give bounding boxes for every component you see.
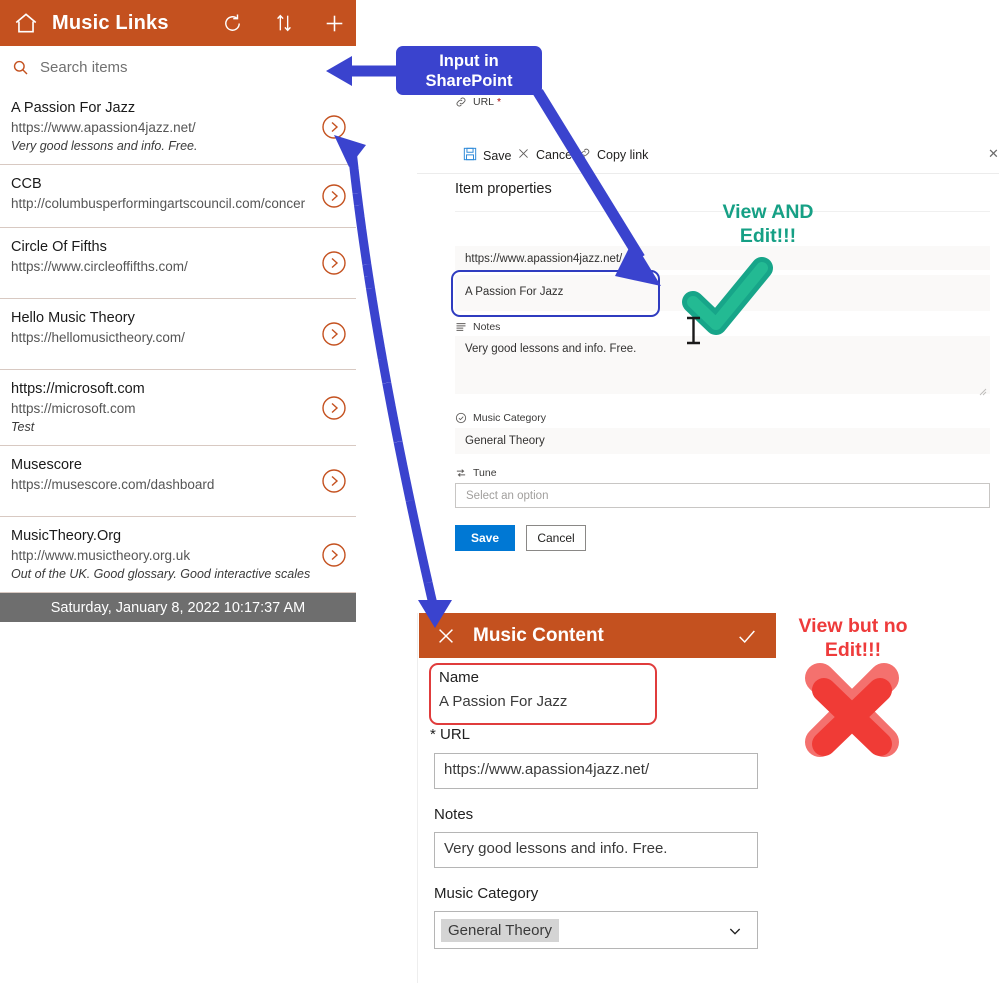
sp-notes-label: Notes [455,321,500,333]
mc-notes-input[interactable]: Very good lessons and info. Free. [434,832,758,868]
list-item[interactable]: CCB http://columbusperformingartscouncil… [0,165,356,228]
close-icon [517,147,530,163]
list-item-note: Out of the UK. Good glossary. Good inter… [11,567,310,581]
list-item[interactable]: Musescore https://musescore.com/dashboar… [0,446,356,517]
choice-icon [455,412,467,424]
list-item-url: http://columbusperformingartscouncil.com… [11,196,306,211]
chevron-right-icon[interactable] [321,183,347,209]
music-content-title: Music Content [473,624,604,646]
search-bar[interactable] [0,46,356,90]
resize-grip-icon[interactable] [979,383,987,401]
sp-save-label: Save [483,148,512,163]
mc-notes-label: Notes [434,806,474,823]
list-item-url: https://microsoft.com [11,401,136,416]
sp-cancel-label: Cancel [536,148,575,162]
list-item-title: Circle Of Fifths [11,239,107,255]
list-item[interactable]: Circle Of Fifths https://www.circleoffif… [0,228,356,299]
chevron-right-icon[interactable] [321,468,347,494]
list-item-title: A Passion For Jazz [11,100,136,116]
links-list: A Passion For Jazz https://www.apassion4… [0,89,356,593]
mc-url-input[interactable]: https://www.apassion4jazz.net/ [434,753,758,789]
list-item-title: Hello Music Theory [11,310,135,326]
list-item-title: MusicTheory.Org [11,528,122,544]
link-icon [578,147,591,163]
sp-url-label: URL * [455,96,501,108]
sp-notes-value[interactable]: Very good lessons and info. Free. [455,336,990,394]
save-icon [463,147,477,164]
powerapps-list-panel: Music Links A Passion For Ja [0,0,356,622]
chevron-right-icon[interactable] [321,250,347,276]
sp-copy-link-label: Copy link [597,148,649,162]
mc-url-label: * URL [430,726,471,743]
music-content-header: Music Content [419,613,776,658]
date-status-bar: Saturday, January 8, 2022 10:17:37 AM [0,593,356,622]
view-and-edit-line1: View AND [722,201,814,223]
view-no-edit-line2: Edit!!! [824,639,882,661]
sort-icon[interactable] [262,0,306,46]
mc-category-label: Music Category [434,885,539,902]
refresh-icon[interactable] [210,0,254,46]
list-item[interactable]: https://microsoft.com https://microsoft.… [0,370,356,446]
list-item-url: https://musescore.com/dashboard [11,477,215,492]
sp-cancel-button[interactable]: Cancel [526,525,586,551]
chevron-right-icon[interactable] [321,395,347,421]
list-item-url: https://www.circleoffifths.com/ [11,259,188,274]
sp-copy-link-command[interactable]: Copy link [578,147,648,163]
notes-icon [455,321,467,333]
chevron-right-icon[interactable] [321,542,347,568]
sp-tune-label-text: Tune [473,467,497,479]
view-no-edit-line1: View but no [798,615,908,637]
list-item-url: https://www.apassion4jazz.net/ [11,120,196,135]
sp-category-label-text: Music Category [473,412,546,424]
sp-tune-select[interactable]: Select an option [455,483,990,508]
list-item-note: Very good lessons and info. Free. [11,139,198,153]
sp-section-title: Item properties [455,181,552,197]
chevron-right-icon[interactable] [321,114,347,140]
callout-text: Input in SharePoint [425,51,513,90]
sp-category-label: Music Category [455,412,546,424]
callout-input-in-sharepoint: Input in SharePoint [396,46,542,95]
sp-close-button[interactable]: ✕ [988,146,999,162]
list-item[interactable]: A Passion For Jazz https://www.apassion4… [0,89,356,165]
list-item[interactable]: MusicTheory.Org http://www.musictheory.o… [0,517,356,593]
view-and-edit-line2: Edit!!! [739,225,797,247]
mc-name-highlight-box [429,663,657,725]
list-item[interactable]: Hello Music Theory https://hellomusicthe… [0,299,356,370]
list-item-note: Test [11,420,35,434]
sp-url-value[interactable]: https://www.apassion4jazz.net/ [455,246,990,270]
list-item-title: CCB [11,176,42,192]
link-icon [455,96,467,108]
label-view-and-edit: View AND Edit!!! [688,200,848,248]
check-icon[interactable] [736,625,758,647]
sp-cancel-command[interactable]: Cancel [517,147,575,163]
mc-category-dropdown[interactable]: General Theory [434,911,758,949]
label-view-but-no-edit: View but no Edit!!! [768,614,938,662]
mc-category-value: General Theory [441,918,559,942]
sp-tune-label: Tune [455,467,497,479]
search-icon [11,58,30,77]
sp-url-required-marker: * [497,96,502,108]
list-item-title: Musescore [11,457,82,473]
sp-notes-label-text: Notes [473,321,501,333]
chevron-right-icon[interactable] [321,321,347,347]
app-header-bar: Music Links [0,0,356,46]
sp-title-highlight-box [451,270,660,317]
sp-category-value[interactable]: General Theory [455,428,990,454]
lookup-icon [455,467,467,479]
home-icon[interactable] [13,10,39,36]
search-input[interactable] [40,59,300,76]
sp-save-button[interactable]: Save [455,525,515,551]
chevron-down-icon [727,923,743,939]
sp-save-command[interactable]: Save [463,147,512,164]
list-item-url: https://hellomusictheory.com/ [11,330,185,345]
app-title: Music Links [52,11,169,34]
sp-url-label-text: URL [473,96,495,108]
close-icon[interactable] [435,625,457,647]
list-item-url: http://www.musictheory.org.uk [11,548,191,563]
add-icon[interactable] [312,0,356,46]
list-item-title: https://microsoft.com [11,381,145,397]
